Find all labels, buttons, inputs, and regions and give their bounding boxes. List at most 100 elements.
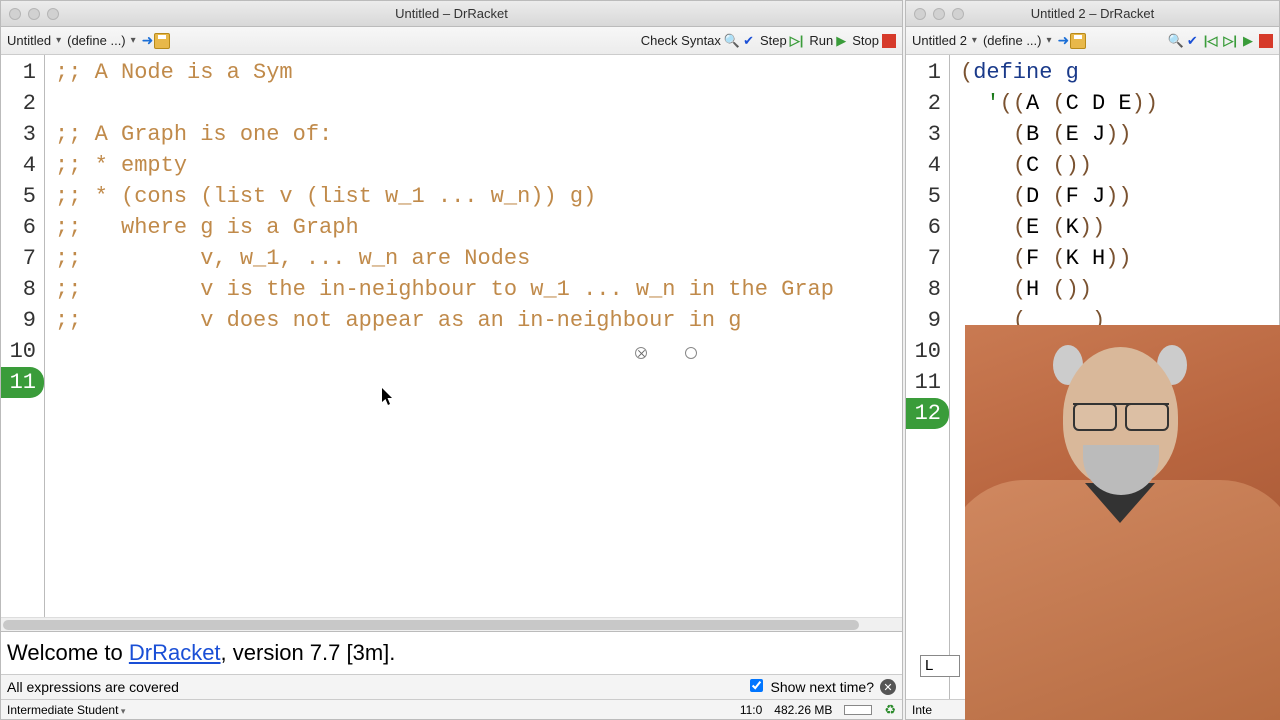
drracket-link[interactable]: DrRacket bbox=[129, 640, 221, 665]
run-button[interactable]: Run ▶ bbox=[809, 33, 846, 49]
check-syntax-label: Check Syntax bbox=[641, 33, 721, 48]
code-line[interactable]: (B (E J)) bbox=[960, 119, 1279, 150]
code-line[interactable]: '((A (C D E)) bbox=[960, 88, 1279, 119]
step-button[interactable]: Step ▷| bbox=[760, 33, 803, 49]
close-window-icon[interactable] bbox=[9, 8, 21, 20]
step-forward-button[interactable]: ▷| bbox=[1223, 33, 1237, 49]
memory-usage: 482.26 MB bbox=[774, 703, 832, 717]
close-coverage-icon[interactable]: ✕ bbox=[880, 679, 896, 695]
save-button[interactable]: ➜ bbox=[1058, 32, 1087, 49]
language-selector-partial[interactable]: Inte bbox=[912, 703, 932, 717]
language-selector[interactable]: Intermediate Student bbox=[7, 703, 125, 717]
code-line[interactable] bbox=[55, 367, 902, 398]
line-number: 4 bbox=[906, 150, 949, 181]
check-icon: ✔ bbox=[1187, 33, 1198, 49]
zoom-window-icon[interactable] bbox=[47, 8, 59, 20]
code-line[interactable]: (D (F J)) bbox=[960, 181, 1279, 212]
code-line[interactable]: (define g bbox=[960, 57, 1279, 88]
code-line[interactable]: (C ()) bbox=[960, 150, 1279, 181]
close-window-icon[interactable] bbox=[914, 8, 926, 20]
code-area-left[interactable]: ;; A Node is a Sym ;; A Graph is one of:… bbox=[45, 55, 902, 617]
check-syntax-button[interactable]: Check Syntax 🔍✔ bbox=[641, 33, 754, 49]
toolbar-left: Untitled (define ...) ➜ Check Syntax 🔍✔ … bbox=[1, 27, 902, 55]
line-number: 11 bbox=[1, 367, 44, 398]
coverage-message: All expressions are covered bbox=[7, 679, 179, 695]
line-number: 10 bbox=[906, 336, 949, 367]
line-number: 12 bbox=[906, 398, 949, 429]
code-line[interactable]: ;; where g is a Graph bbox=[55, 212, 902, 243]
line-number: 11 bbox=[906, 367, 949, 398]
play-icon: ▶ bbox=[836, 33, 846, 49]
code-line[interactable]: (H ()) bbox=[960, 274, 1279, 305]
disk-icon bbox=[1070, 33, 1086, 49]
annotation-o-icon bbox=[685, 347, 697, 359]
file-dropdown[interactable]: Untitled bbox=[7, 33, 61, 48]
repl-welcome-post: , version 7.7 [3m]. bbox=[221, 640, 396, 665]
coverage-bar: All expressions are covered Show next ti… bbox=[1, 674, 902, 699]
run-button[interactable]: ▶ bbox=[1243, 33, 1253, 49]
line-number: 8 bbox=[1, 274, 44, 305]
arrow-icon: ➜ bbox=[142, 32, 154, 49]
titlebar-left[interactable]: Untitled – DrRacket bbox=[1, 1, 902, 27]
line-number: 5 bbox=[1, 181, 44, 212]
minimize-window-icon[interactable] bbox=[933, 8, 945, 20]
code-line[interactable]: ;; * empty bbox=[55, 150, 902, 181]
floating-box: L bbox=[920, 655, 960, 677]
save-button[interactable]: ➜ bbox=[142, 32, 171, 49]
zoom-window-icon[interactable] bbox=[952, 8, 964, 20]
define-dropdown[interactable]: (define ...) bbox=[983, 33, 1052, 48]
magnifier-icon: 🔍 bbox=[724, 33, 740, 49]
line-number: 7 bbox=[1, 243, 44, 274]
code-line[interactable]: (F (K H)) bbox=[960, 243, 1279, 274]
stop-button[interactable] bbox=[1259, 34, 1273, 48]
window-left: Untitled – DrRacket Untitled (define ...… bbox=[0, 0, 903, 720]
line-number: 6 bbox=[906, 212, 949, 243]
step-back-button[interactable]: |◁ bbox=[1204, 33, 1218, 49]
editor-left[interactable]: 1234567891011 ;; A Node is a Sym ;; A Gr… bbox=[1, 55, 902, 617]
gc-icon[interactable]: ♻ bbox=[884, 702, 896, 718]
minimize-window-icon[interactable] bbox=[28, 8, 40, 20]
line-number: 4 bbox=[1, 150, 44, 181]
line-number: 1 bbox=[906, 57, 949, 88]
annotation-x-icon bbox=[635, 347, 647, 359]
arrow-icon: ➜ bbox=[1058, 32, 1070, 49]
line-number: 8 bbox=[906, 274, 949, 305]
show-next-time-text: Show next time? bbox=[771, 679, 875, 695]
webcam-overlay bbox=[965, 325, 1280, 720]
check-icon: ✔ bbox=[743, 33, 754, 49]
code-line[interactable]: ;; v is the in-neighbour to w_1 ... w_n … bbox=[55, 274, 902, 305]
repl-pane[interactable]: Welcome to DrRacket, version 7.7 [3m]. bbox=[1, 631, 902, 674]
traffic-lights bbox=[9, 8, 59, 20]
code-line[interactable]: ;; v does not appear as an in-neighbour … bbox=[55, 305, 902, 336]
line-number: 5 bbox=[906, 181, 949, 212]
cursor-position: 11:0 bbox=[740, 703, 762, 717]
line-number: 3 bbox=[906, 119, 949, 150]
window-title-left: Untitled – DrRacket bbox=[1, 6, 902, 21]
disk-icon bbox=[154, 33, 170, 49]
step-icon: ▷| bbox=[790, 33, 804, 49]
define-dropdown[interactable]: (define ...) bbox=[67, 33, 136, 48]
show-next-time-checkbox[interactable] bbox=[750, 679, 763, 692]
show-next-time-label[interactable]: Show next time? bbox=[750, 679, 874, 695]
code-line[interactable]: (E (K)) bbox=[960, 212, 1279, 243]
file-dropdown[interactable]: Untitled 2 bbox=[912, 33, 977, 48]
run-label: Run bbox=[809, 33, 833, 48]
line-gutter-left: 1234567891011 bbox=[1, 55, 45, 617]
stop-button[interactable]: Stop bbox=[852, 33, 896, 48]
titlebar-right[interactable]: Untitled 2 – DrRacket bbox=[906, 1, 1279, 27]
code-line[interactable] bbox=[55, 88, 902, 119]
horizontal-scrollbar[interactable] bbox=[1, 617, 902, 631]
repl-welcome-pre: Welcome to bbox=[7, 640, 129, 665]
line-gutter-right: 123456789101112 bbox=[906, 55, 950, 699]
code-line[interactable]: ;; A Graph is one of: bbox=[55, 119, 902, 150]
line-number: 9 bbox=[1, 305, 44, 336]
code-line[interactable]: ;; v, w_1, ... w_n are Nodes bbox=[55, 243, 902, 274]
statusbar-left: Intermediate Student 11:0 482.26 MB ♻ bbox=[1, 699, 902, 719]
check-syntax-button[interactable]: 🔍✔ bbox=[1168, 33, 1198, 49]
scrollbar-thumb[interactable] bbox=[3, 620, 859, 630]
code-line[interactable] bbox=[55, 336, 902, 367]
code-line[interactable]: ;; A Node is a Sym bbox=[55, 57, 902, 88]
line-number: 7 bbox=[906, 243, 949, 274]
code-line[interactable]: ;; * (cons (list v (list w_1 ... w_n)) g… bbox=[55, 181, 902, 212]
memory-bar-icon bbox=[844, 705, 872, 715]
